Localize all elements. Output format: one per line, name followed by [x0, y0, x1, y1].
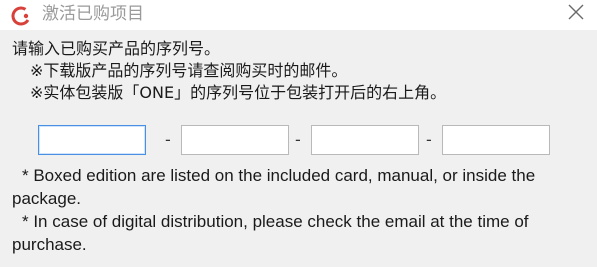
serial-separator: -	[426, 130, 432, 149]
close-button[interactable]	[555, 0, 597, 28]
serial-separator: -	[295, 130, 301, 149]
title-bar: 激活已购项目	[0, 0, 597, 30]
serial-number-row: - - -	[38, 125, 558, 157]
serial-field-1[interactable]	[38, 125, 146, 155]
serial-field-3[interactable]	[311, 125, 419, 155]
serial-notes: * Boxed edition are listed on the includ…	[12, 164, 592, 256]
close-icon	[567, 3, 585, 25]
app-logo-icon	[10, 5, 32, 27]
serial-field-2[interactable]	[181, 125, 289, 155]
window-title: 激活已购项目	[42, 4, 144, 24]
instruction-package-note: ※实体包装版「ONE」的序列号位于包装打开后的右上角。	[30, 83, 447, 102]
note-digital-distribution: * In case of digital distribution, pleas…	[12, 212, 529, 254]
note-boxed-edition: * Boxed edition are listed on the includ…	[12, 166, 536, 208]
serial-field-4[interactable]	[442, 125, 550, 155]
instruction-main: 请输入已购买产品的序列号。	[12, 39, 221, 58]
serial-separator: -	[165, 130, 171, 149]
instructions: 请输入已购买产品的序列号。 ※下载版产品的序列号请查阅购买时的邮件。 ※实体包装…	[12, 38, 587, 104]
activation-dialog: 激活已购项目 请输入已购买产品的序列号。 ※下载版产品的序列号请查阅购买时的邮件…	[0, 0, 597, 267]
instruction-download-note: ※下载版产品的序列号请查阅购买时的邮件。	[30, 61, 348, 80]
